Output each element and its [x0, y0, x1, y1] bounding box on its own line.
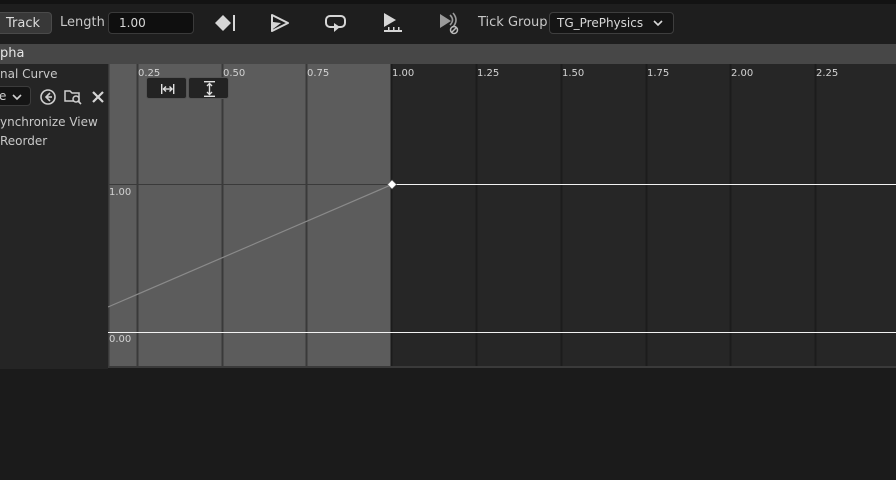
time-tick-label: 2.25: [816, 68, 838, 79]
curve-graph[interactable]: 0.25 0.50 0.75 1.00 1.25 1.50 1.75 2.00 …: [108, 64, 896, 368]
browse-asset-icon[interactable]: [64, 87, 82, 105]
curve-asset-dropdown[interactable]: e: [0, 86, 31, 106]
zoom-controls: [146, 77, 230, 99]
loop-icon[interactable]: [323, 11, 349, 35]
reorder-option[interactable]: Reorder: [0, 134, 47, 148]
time-tick-label: 1.25: [477, 68, 499, 79]
curve-dropdown-value: e: [0, 89, 7, 103]
zoom-to-fit-horizontal-button[interactable]: [146, 77, 187, 99]
tick-group-value: TG_PrePhysics: [557, 16, 644, 30]
clear-asset-icon[interactable]: [89, 88, 107, 106]
time-tick-label: 2.00: [731, 68, 753, 79]
value-label-zero: 0.00: [109, 334, 131, 345]
chevron-down-icon: [653, 20, 663, 27]
time-tick-label: 1.00: [392, 68, 414, 79]
length-input[interactable]: 1.00: [108, 12, 194, 34]
time-tick-label: 1.75: [647, 68, 669, 79]
track-side-panel: nal Curve e ynchronize View Reorder: [0, 64, 108, 369]
empty-timeline-area: [0, 369, 896, 480]
time-tick-label: 1.50: [562, 68, 584, 79]
track-name: pha: [0, 46, 25, 61]
chevron-down-icon: [12, 94, 22, 101]
add-track-button[interactable]: Track: [0, 12, 52, 34]
graph-bottom-border: [108, 366, 896, 368]
track-header[interactable]: pha: [0, 44, 896, 64]
fit-vertical-icon: [204, 81, 215, 97]
graph-left-border: [108, 64, 110, 368]
add-key-icon[interactable]: [212, 11, 238, 35]
replicate-icon[interactable]: [436, 11, 462, 35]
active-range-background: [108, 64, 392, 368]
length-label: Length: [60, 15, 105, 30]
play-range-icon[interactable]: [380, 11, 406, 35]
top-border: [0, 0, 896, 4]
time-tick-label: 0.75: [307, 68, 329, 79]
timeline-toolbar: Track Length 1.00 Tick Group TG_PrePhysi…: [0, 0, 896, 45]
zoom-to-fit-vertical-button[interactable]: [188, 77, 229, 99]
tick-group-dropdown[interactable]: TG_PrePhysics: [549, 12, 674, 34]
play-icon[interactable]: [267, 11, 293, 35]
fit-horizontal-icon: [161, 84, 175, 94]
tick-group-label: Tick Group: [478, 15, 548, 30]
curve-label: nal Curve: [0, 67, 58, 81]
synchronize-view-checkbox[interactable]: ynchronize View: [0, 115, 98, 129]
use-selected-asset-icon[interactable]: [39, 88, 57, 106]
value-label-one: 1.00: [109, 187, 131, 198]
